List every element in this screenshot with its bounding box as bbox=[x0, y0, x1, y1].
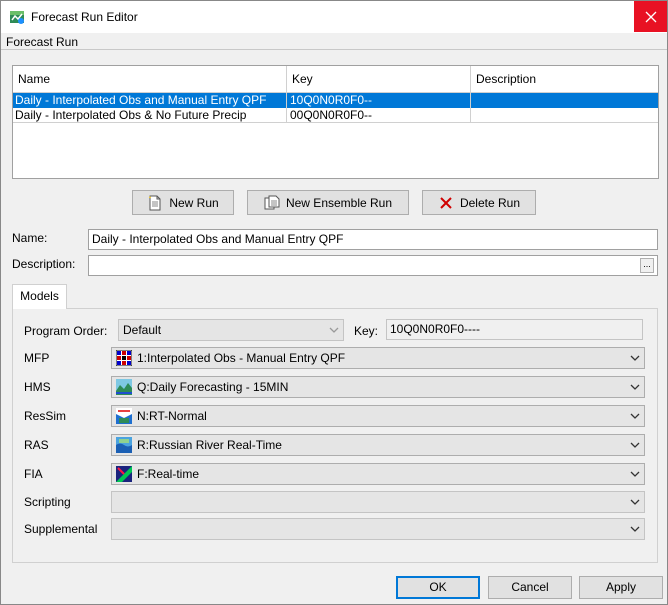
title-bar: Forecast Run Editor bbox=[1, 1, 667, 33]
row-name-cell: Daily - Interpolated Obs and Manual Entr… bbox=[13, 93, 287, 108]
chevron-down-icon bbox=[630, 526, 640, 532]
name-label: Name: bbox=[12, 231, 48, 245]
name-field[interactable]: Daily - Interpolated Obs and Manual Entr… bbox=[88, 229, 658, 250]
ok-button[interactable]: OK bbox=[396, 576, 480, 599]
new-ensemble-run-label: New Ensemble Run bbox=[285, 195, 393, 210]
ressim-icon bbox=[116, 408, 132, 424]
table-row[interactable]: Daily - Interpolated Obs and Manual Entr… bbox=[13, 93, 658, 108]
menu-forecast-run[interactable]: Forecast Run bbox=[6, 35, 78, 49]
ressim-dropdown[interactable]: N:RT-Normal bbox=[111, 405, 645, 427]
chevron-down-icon bbox=[329, 327, 339, 333]
chevron-down-icon bbox=[630, 413, 640, 419]
program-order-dropdown[interactable]: Default bbox=[118, 319, 344, 341]
chevron-down-icon bbox=[630, 442, 640, 448]
new-ensemble-run-button[interactable]: New Ensemble Run bbox=[247, 190, 409, 215]
ras-label: RAS bbox=[24, 438, 49, 452]
window-title: Forecast Run Editor bbox=[31, 10, 138, 24]
description-label: Description: bbox=[12, 257, 76, 271]
ressim-value: N:RT-Normal bbox=[137, 409, 207, 423]
supplemental-label: Supplemental bbox=[24, 522, 98, 536]
menu-separator bbox=[1, 49, 667, 50]
delete-x-icon bbox=[440, 196, 452, 209]
chevron-down-icon bbox=[630, 384, 640, 390]
table-header: Name Key Description bbox=[13, 66, 658, 93]
row-description-cell bbox=[471, 93, 658, 108]
chevron-down-icon bbox=[630, 499, 640, 505]
forecast-runs-table[interactable]: Name Key Description Daily - Interpolate… bbox=[12, 65, 659, 179]
new-document-icon bbox=[149, 195, 161, 210]
fia-label: FIA bbox=[24, 467, 43, 481]
mfp-value: 1:Interpolated Obs - Manual Entry QPF bbox=[137, 351, 346, 365]
supplemental-dropdown[interactable] bbox=[111, 518, 645, 540]
apply-button[interactable]: Apply bbox=[579, 576, 663, 599]
fia-dropdown[interactable]: F:Real-time bbox=[111, 463, 645, 485]
hms-icon bbox=[116, 379, 132, 395]
ras-icon bbox=[116, 437, 132, 453]
scripting-dropdown[interactable] bbox=[111, 491, 645, 513]
mfp-dropdown[interactable]: 1:Interpolated Obs - Manual Entry QPF bbox=[111, 347, 645, 369]
delete-run-button[interactable]: Delete Run bbox=[422, 190, 536, 215]
cancel-button[interactable]: Cancel bbox=[488, 576, 572, 599]
fia-icon bbox=[116, 466, 132, 482]
program-order-label: Program Order: bbox=[24, 324, 108, 338]
hms-label: HMS bbox=[24, 380, 51, 394]
chevron-down-icon bbox=[630, 355, 640, 361]
new-run-button[interactable]: New Run bbox=[132, 190, 234, 215]
close-icon bbox=[645, 11, 656, 22]
mfp-label: MFP bbox=[24, 351, 50, 365]
column-header-description[interactable]: Description bbox=[471, 66, 658, 93]
description-browse-button[interactable]: ... bbox=[640, 258, 654, 273]
row-name-cell: Daily - Interpolated Obs & No Future Pre… bbox=[13, 108, 287, 123]
delete-run-label: Delete Run bbox=[459, 195, 521, 210]
forecast-run-editor-window: Forecast Run Editor Forecast Run Name Ke… bbox=[0, 0, 668, 605]
fia-value: F:Real-time bbox=[137, 467, 200, 481]
app-icon bbox=[10, 11, 24, 24]
new-ensemble-icon bbox=[264, 195, 280, 209]
hms-value: Q:Daily Forecasting - 15MIN bbox=[137, 380, 289, 394]
close-window-button[interactable] bbox=[634, 1, 667, 32]
row-key-cell: 00Q0N0R0F0-- bbox=[287, 108, 471, 123]
column-header-key[interactable]: Key bbox=[287, 66, 471, 93]
ras-dropdown[interactable]: R:Russian River Real-Time bbox=[111, 434, 645, 456]
tab-models[interactable]: Models bbox=[12, 284, 67, 309]
program-order-value: Default bbox=[123, 323, 162, 337]
hms-dropdown[interactable]: Q:Daily Forecasting - 15MIN bbox=[111, 376, 645, 398]
new-run-label: New Run bbox=[169, 195, 219, 210]
grid-icon bbox=[116, 350, 132, 366]
key-field: 10Q0N0R0F0---- bbox=[386, 319, 643, 340]
description-field[interactable]: ... bbox=[88, 255, 658, 276]
table-row[interactable]: Daily - Interpolated Obs & No Future Pre… bbox=[13, 108, 658, 123]
ras-value: R:Russian River Real-Time bbox=[137, 438, 282, 452]
chevron-down-icon bbox=[630, 471, 640, 477]
row-description-cell bbox=[471, 108, 658, 123]
scripting-label: Scripting bbox=[24, 495, 71, 509]
column-header-name[interactable]: Name bbox=[13, 66, 287, 93]
ressim-label: ResSim bbox=[24, 409, 67, 423]
row-key-cell: 10Q0N0R0F0-- bbox=[287, 93, 471, 108]
key-label: Key: bbox=[354, 324, 379, 338]
